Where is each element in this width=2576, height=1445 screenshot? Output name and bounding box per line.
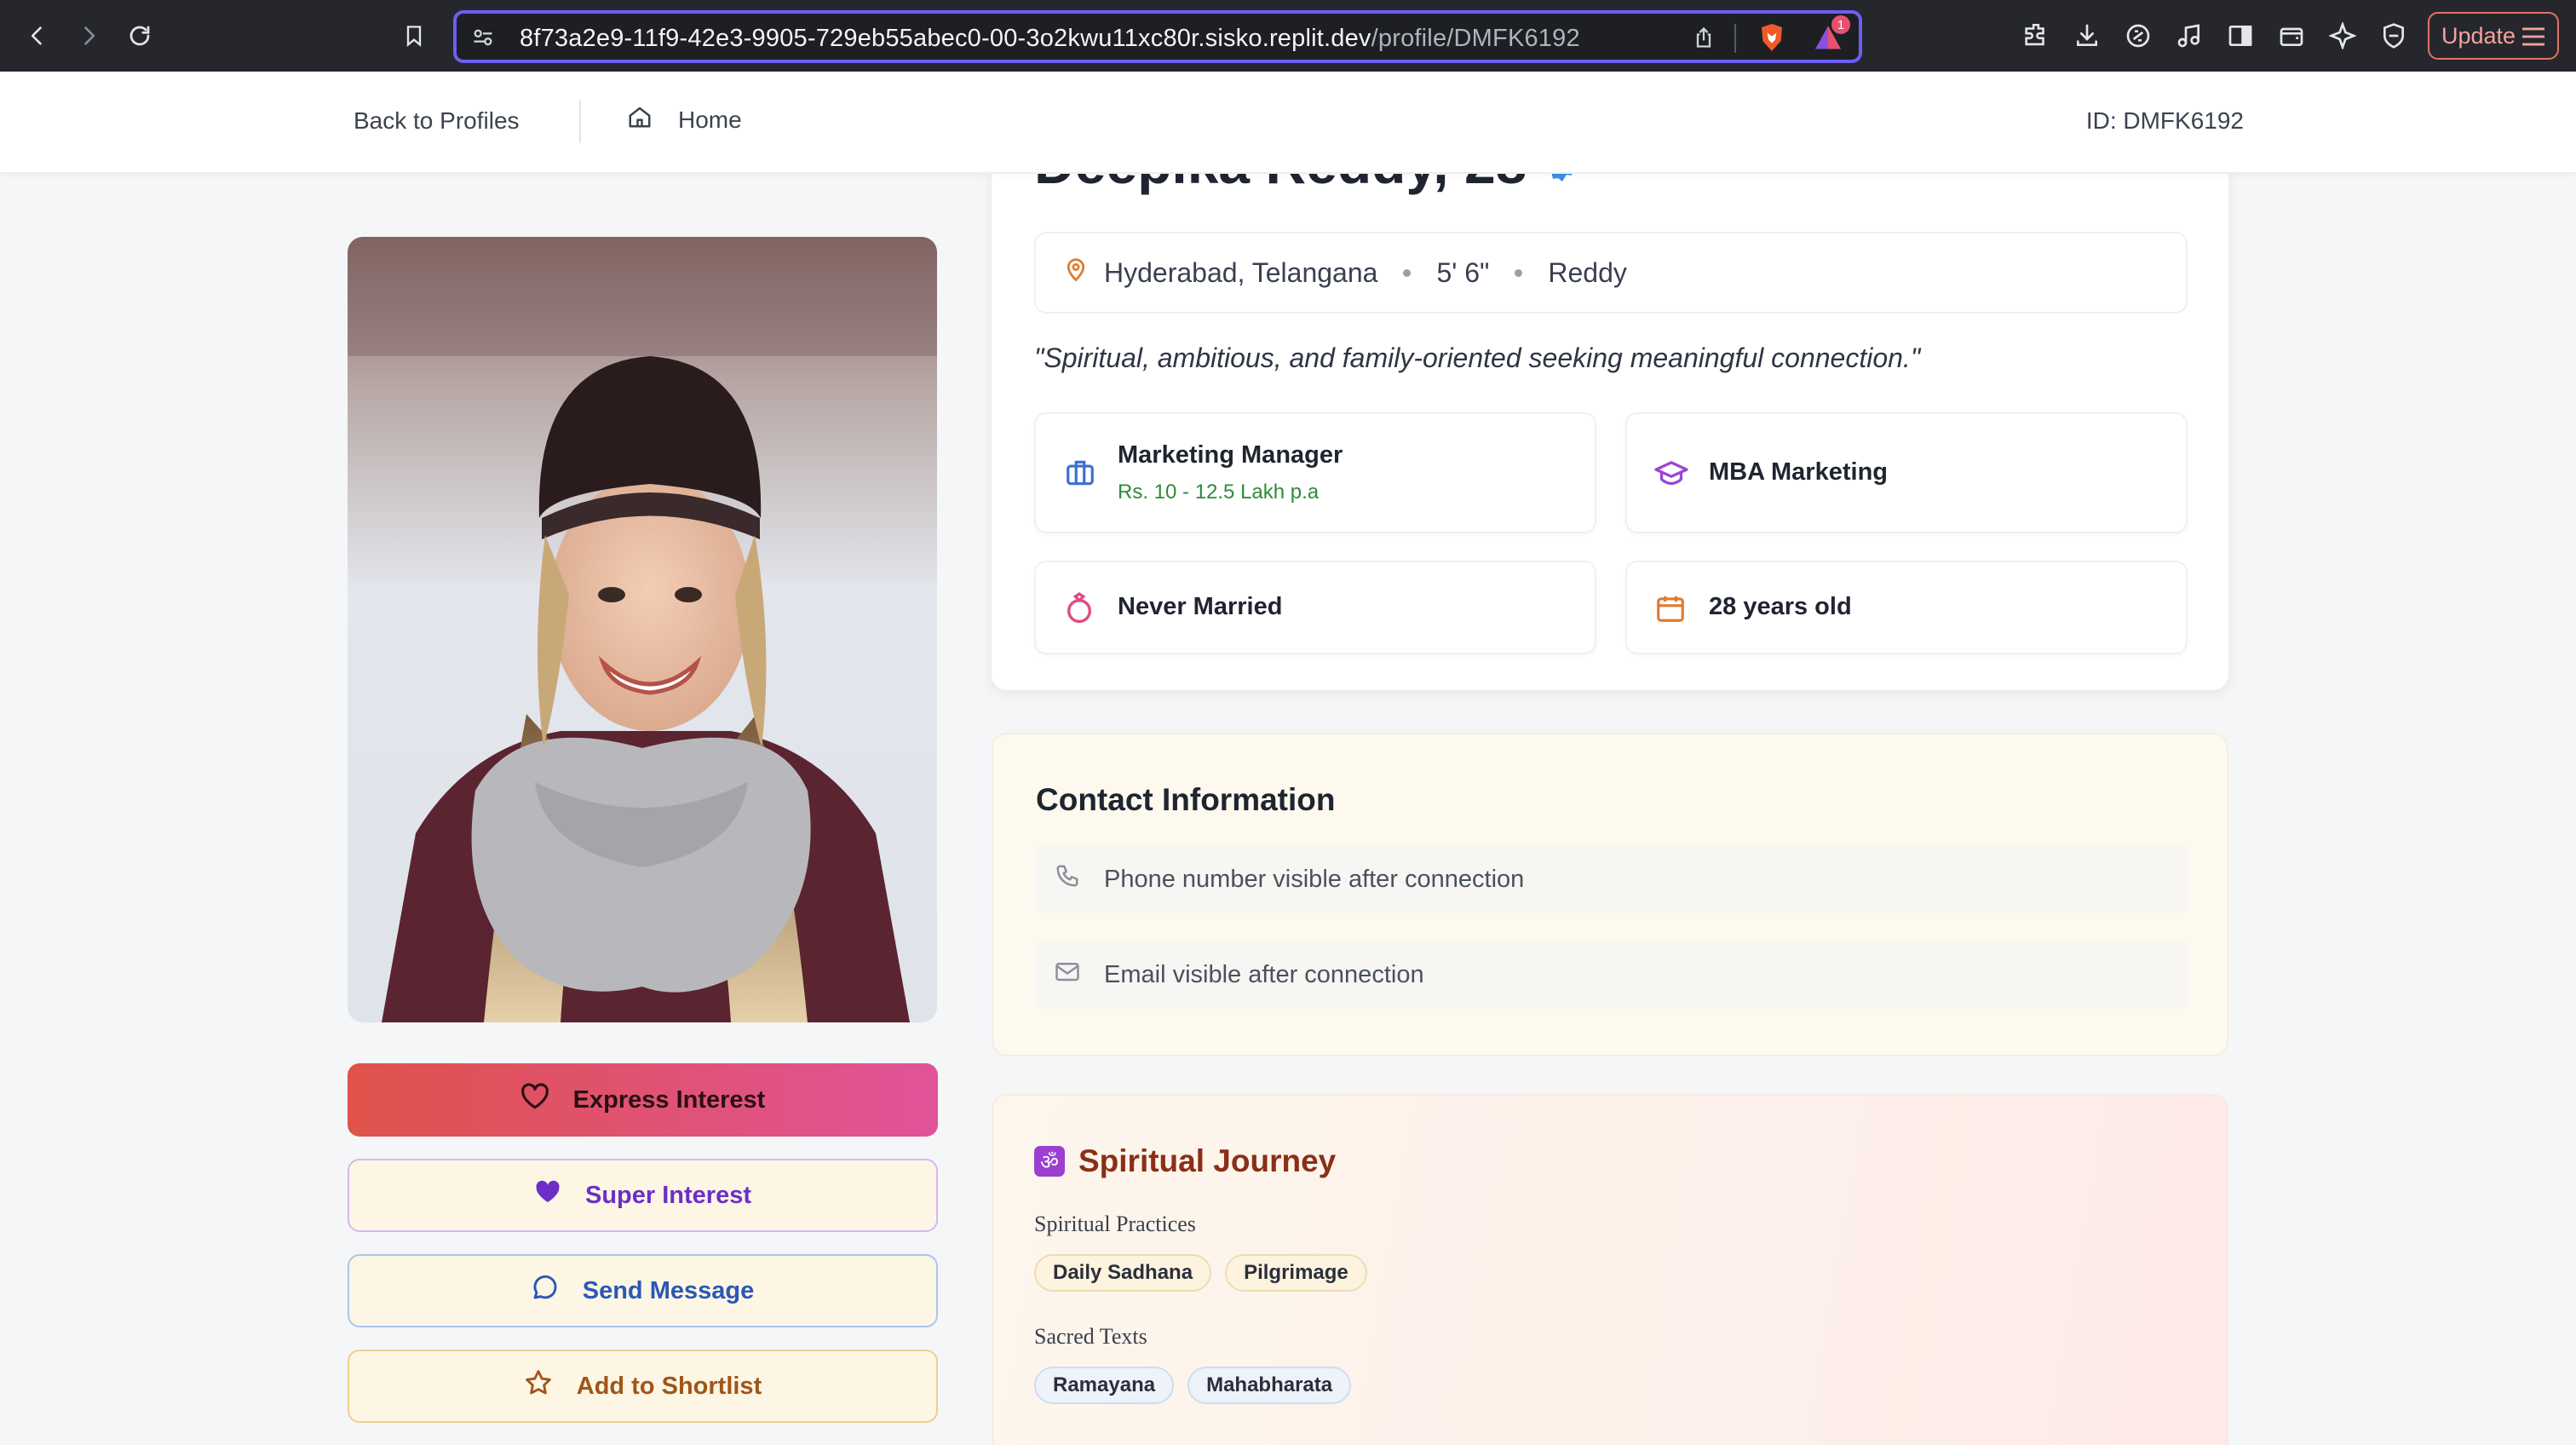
sparkle-icon[interactable] xyxy=(2322,15,2363,56)
age-tile: 28 years old xyxy=(1625,561,2188,654)
spiritual-practices-list: Daily Sadhana Pilgrimage xyxy=(1034,1254,1367,1292)
home-icon xyxy=(627,104,653,135)
sacred-texts-label: Sacred Texts xyxy=(1034,1324,1147,1349)
sacred-text-chip: Ramayana xyxy=(1034,1367,1175,1404)
spiritual-journey-title: Spiritual Journey xyxy=(1078,1143,1337,1178)
menu-icon xyxy=(2520,26,2547,48)
mail-icon xyxy=(1055,959,1080,990)
url-divider xyxy=(1734,24,1736,53)
profile-photo xyxy=(348,237,937,1022)
add-to-shortlist-button[interactable]: Add to Shortlist xyxy=(348,1350,938,1423)
marital-status-text: Never Married xyxy=(1118,593,1283,620)
home-link[interactable]: Home xyxy=(627,104,742,135)
sacred-texts-list: Ramayana Mahabharata xyxy=(1034,1367,1352,1404)
music-icon[interactable] xyxy=(2169,15,2210,56)
star-icon xyxy=(524,1368,553,1404)
location-summary-bar: Hyderabad, Telangana 5' 6" Reddy xyxy=(1034,232,2188,314)
send-message-button[interactable]: Send Message xyxy=(348,1254,938,1327)
back-arrow-icon[interactable] xyxy=(17,15,58,56)
forward-arrow-icon[interactable] xyxy=(68,15,109,56)
phone-icon xyxy=(1055,863,1080,895)
calendar-icon xyxy=(1654,591,1687,630)
download-icon[interactable] xyxy=(2067,15,2107,56)
express-interest-button[interactable]: Express Interest xyxy=(348,1063,938,1137)
sidebar-toggle-icon[interactable] xyxy=(2220,15,2261,56)
leo-ai-icon[interactable] xyxy=(2118,15,2159,56)
reload-icon[interactable] xyxy=(119,15,160,56)
briefcase-icon xyxy=(1063,457,1097,493)
separator-dot xyxy=(1515,268,1523,277)
profile-page: Express Interest Super Interest Send Mes… xyxy=(0,174,2576,1445)
address-bar[interactable]: 8f73a2e9-11f9-42e3-9905-729eb55abec0-00-… xyxy=(453,10,1862,63)
om-icon: ॐ xyxy=(1034,1146,1065,1177)
super-interest-button[interactable]: Super Interest xyxy=(348,1159,938,1232)
wallet-icon[interactable] xyxy=(2271,15,2312,56)
update-button[interactable]: Update xyxy=(2428,12,2559,60)
extensions-icon[interactable] xyxy=(2015,15,2056,56)
email-row: Email visible after connection xyxy=(1036,941,2189,1009)
home-label: Home xyxy=(678,106,742,133)
income-text: Rs. 10 - 12.5 Lakh p.a xyxy=(1118,481,1320,504)
profile-id: ID: DMFK6192 xyxy=(2085,107,2244,134)
app-header: Back to Profiles Home ID: DMFK6192 xyxy=(0,72,2576,174)
separator-dot xyxy=(1403,268,1412,277)
profile-name: Deepika Reddy, 28 xyxy=(1034,174,1527,196)
email-text: Email visible after connection xyxy=(1104,960,1424,988)
contact-title: Contact Information xyxy=(1036,782,1336,817)
url-text: 8f73a2e9-11f9-42e3-9905-729eb55abec0-00-… xyxy=(520,25,1580,52)
verified-badge-icon xyxy=(1544,174,1581,196)
marital-status-tile: Never Married xyxy=(1034,561,1596,654)
bookmark-icon[interactable] xyxy=(394,15,434,56)
browser-toolbar: 8f73a2e9-11f9-42e3-9905-729eb55abec0-00-… xyxy=(0,0,2576,72)
vpn-shield-icon[interactable] xyxy=(2373,15,2414,56)
phone-text: Phone number visible after connection xyxy=(1104,865,1525,893)
chat-bubble-icon xyxy=(532,1274,559,1308)
education-tile: MBA Marketing xyxy=(1625,412,2188,533)
occupation-text: Marketing Manager xyxy=(1118,441,1343,469)
update-label: Update xyxy=(2441,22,2516,49)
phone-row: Phone number visible after connection xyxy=(1036,845,2189,913)
ring-icon xyxy=(1063,591,1095,630)
super-interest-label: Super Interest xyxy=(585,1181,751,1209)
spiritual-journey-heading: ॐ Spiritual Journey xyxy=(1034,1143,1336,1179)
height-text: 5' 6" xyxy=(1436,256,1490,288)
education-text: MBA Marketing xyxy=(1709,458,1888,486)
spiritual-journey-card: ॐ Spiritual Journey Spiritual Practices … xyxy=(992,1094,2228,1445)
notification-badge: 1 xyxy=(1831,15,1850,34)
profile-name-heading: Deepika Reddy, 28 xyxy=(1034,174,1581,196)
graduation-cap-icon xyxy=(1654,458,1688,493)
profile-summary-card: Deepika Reddy, 28 Hyderabad, Telangana 5… xyxy=(992,174,2228,690)
add-to-shortlist-label: Add to Shortlist xyxy=(576,1372,762,1400)
age-text: 28 years old xyxy=(1709,593,1852,620)
contact-information-card: Contact Information Phone number visible… xyxy=(992,733,2228,1056)
profile-tagline: "Spiritual, ambitious, and family-orient… xyxy=(1034,343,1921,373)
heart-outline-icon xyxy=(520,1083,549,1117)
location-text: Hyderabad, Telangana xyxy=(1104,256,1378,288)
heart-filled-icon xyxy=(534,1179,561,1212)
map-pin-icon xyxy=(1063,256,1089,290)
share-icon[interactable] xyxy=(1692,24,1716,51)
brave-shields-icon[interactable] xyxy=(1758,22,1785,53)
express-interest-label: Express Interest xyxy=(572,1085,766,1114)
site-settings-icon[interactable] xyxy=(470,26,496,49)
header-divider xyxy=(579,101,581,143)
spiritual-practices-label: Spiritual Practices xyxy=(1034,1212,1196,1236)
practice-chip: Daily Sadhana xyxy=(1034,1254,1212,1292)
back-to-profiles-link[interactable]: Back to Profiles xyxy=(354,107,520,135)
occupation-tile: Marketing Manager Rs. 10 - 12.5 Lakh p.a xyxy=(1034,412,1596,533)
send-message-label: Send Message xyxy=(582,1276,755,1304)
community-text: Reddy xyxy=(1548,256,1627,288)
sacred-text-chip: Mahabharata xyxy=(1187,1367,1352,1404)
practice-chip: Pilgrimage xyxy=(1225,1254,1367,1292)
